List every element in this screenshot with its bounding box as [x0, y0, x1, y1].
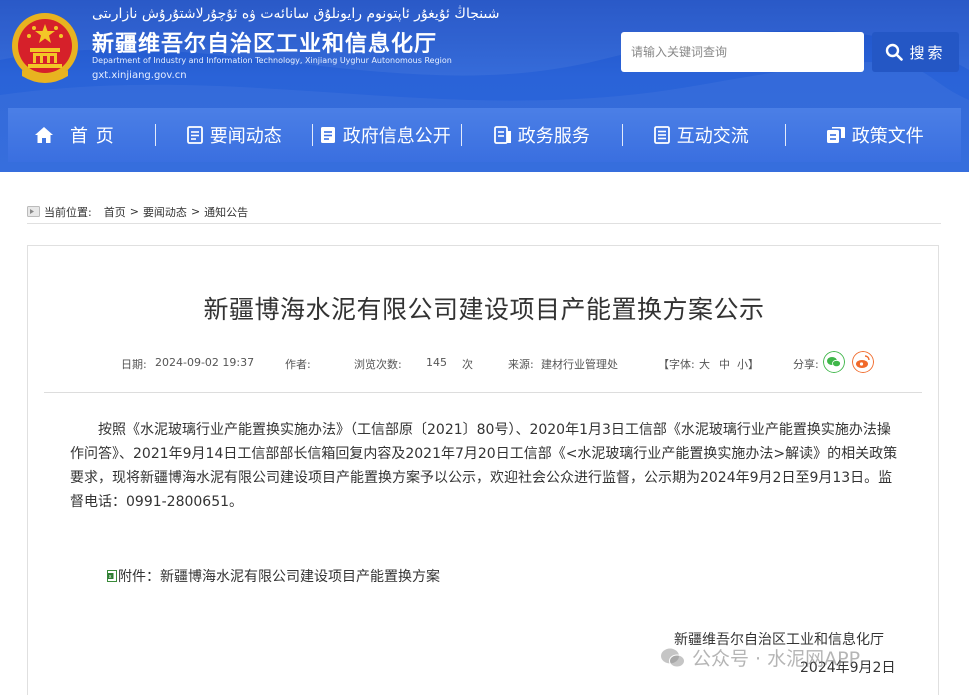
- weibo-share-icon[interactable]: [852, 351, 874, 373]
- nav-item-interaction-label: 互动交流: [676, 126, 749, 147]
- nav-item-home-label: 首 页: [70, 126, 115, 147]
- search-icon: [886, 43, 904, 61]
- breadcrumb-separator: >: [190, 205, 201, 218]
- meta-source-label: 来源:: [508, 358, 534, 371]
- nav-item-government-info[interactable]: 政府信息公开: [319, 108, 451, 162]
- breadcrumb-separator: >: [129, 205, 139, 218]
- site-title[interactable]: 新疆维吾尔自治区工业和信息化厅: [92, 26, 437, 58]
- nav-item-news[interactable]: 要闻动态: [186, 108, 282, 162]
- meta-source: 建材行业管理处: [541, 358, 618, 371]
- attachment-link[interactable]: x 附件：新疆博海水泥有限公司建设项目产能置换方案: [107, 566, 440, 586]
- meta-divider: [44, 392, 922, 393]
- search-button-label: 搜索: [909, 43, 946, 62]
- article-body: 按照《水泥玻璃行业产能置换实施办法》（工信部原〔2021〕80号）、2020年1…: [70, 422, 898, 510]
- nav-item-policy[interactable]: 政策文件: [826, 108, 924, 162]
- nav-divider: [154, 124, 156, 146]
- font-size-small[interactable]: 小: [737, 356, 748, 372]
- font-size-large[interactable]: 大: [699, 356, 710, 372]
- site-header: شىنجاڭ ئۇيغۇر ئاپتونوم رايونلۇق سانائەت …: [0, 0, 969, 172]
- interact-icon: [653, 126, 670, 144]
- nav-item-home[interactable]: 首 页: [34, 108, 115, 162]
- meta-share-label: 分享:: [793, 358, 819, 371]
- attachment-label: 附件：新疆博海水泥有限公司建设项目产能置换方案: [118, 569, 440, 585]
- nav-item-interaction[interactable]: 互动交流: [653, 108, 749, 162]
- breadcrumb-notices[interactable]: 通知公告: [204, 204, 248, 220]
- nav-divider: [621, 124, 623, 146]
- font-size-medium[interactable]: 中: [719, 356, 730, 372]
- uyghur-site-title: شىنجاڭ ئۇيغۇر ئاپتونوم رايونلۇق سانائەت …: [92, 6, 500, 22]
- home-icon: [35, 127, 53, 143]
- svg-text:x: x: [109, 574, 112, 580]
- article-title: 新疆博海水泥有限公司建设项目产能置换方案公示: [203, 295, 765, 324]
- meta-font-open: 【字体:: [658, 358, 695, 371]
- service-icon: [493, 126, 511, 144]
- nav-divider: [460, 124, 462, 146]
- nav-item-news-label: 要闻动态: [209, 126, 282, 147]
- site-domain: gxt.xinjiang.gov.cn: [92, 70, 187, 81]
- national-emblem-icon: [12, 13, 78, 83]
- meta-date: 2024-09-02 19:37: [155, 356, 255, 369]
- breadcrumb-home[interactable]: 首页: [104, 204, 126, 220]
- nav-item-services-label: 政务服务: [517, 126, 590, 147]
- article-meta: 日期: 2024-09-02 19:37 作者: 浏览次数: 145 次 来源:…: [28, 350, 940, 374]
- site-english-name: Department of Industry and Information T…: [92, 56, 452, 65]
- meta-views-label: 浏览次数:: [354, 358, 402, 371]
- breadcrumb-news[interactable]: 要闻动态: [143, 204, 187, 220]
- policy-icon: [826, 127, 845, 143]
- nav-item-policy-label: 政策文件: [851, 126, 924, 147]
- meta-font-close: 】: [748, 358, 759, 371]
- wechat-logo-icon: [661, 648, 685, 667]
- news-icon: [186, 126, 203, 144]
- location-icon: [27, 206, 40, 217]
- nav-divider: [784, 124, 786, 146]
- main-navigation: 首 页 要闻动态 政府信息公开 政务服务 互动交流 政策文件: [8, 108, 961, 162]
- breadcrumb: 当前位置: 首页 > 要闻动态 > 通知公告: [27, 200, 941, 224]
- nav-item-services[interactable]: 政务服务: [493, 108, 590, 162]
- wechat-share-icon[interactable]: [823, 351, 845, 373]
- meta-views: 145: [426, 356, 447, 369]
- nav-divider: [311, 124, 313, 146]
- meta-author-label: 作者:: [285, 358, 311, 371]
- article-container: 新疆博海水泥有限公司建设项目产能置换方案公示 日期: 2024-09-02 19…: [27, 245, 939, 695]
- meta-views-unit: 次: [462, 358, 473, 371]
- nav-item-government-info-label: 政府信息公开: [342, 126, 451, 147]
- search-button[interactable]: 搜索: [872, 32, 959, 72]
- watermark-text: 公众号 · 水泥网APP: [692, 648, 861, 670]
- info-icon: [320, 127, 335, 143]
- search-input[interactable]: [621, 32, 864, 72]
- meta-date-label: 日期:: [121, 358, 147, 371]
- excel-file-icon: x: [107, 570, 117, 582]
- breadcrumb-prefix: 当前位置:: [44, 205, 92, 219]
- wechat-watermark: 公众号 · 水泥网APP: [660, 644, 860, 671]
